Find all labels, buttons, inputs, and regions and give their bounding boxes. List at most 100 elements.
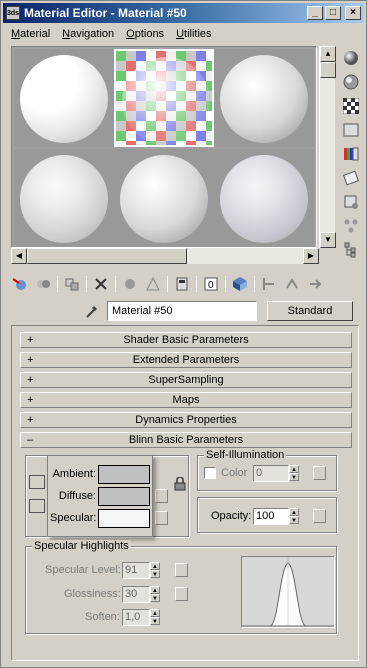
sample-slot-6[interactable]	[214, 149, 314, 247]
glossiness-value[interactable]: 30	[122, 586, 150, 603]
scroll-right-button[interactable]: ▶	[303, 248, 319, 264]
menu-utilities[interactable]: Utilities	[176, 28, 211, 40]
self-illumination-spinner[interactable]: 0 ▲ ▼	[253, 465, 299, 482]
rollout-shader-basic-parameters[interactable]: + Shader Basic Parameters	[20, 332, 352, 348]
ambient-color-swatch[interactable]	[98, 464, 150, 484]
soften-label: Soften:	[85, 611, 120, 623]
spinner-up[interactable]: ▲	[289, 508, 299, 516]
title-bar[interactable]: 3ds Material Editor - Material #50 _ □ ×	[3, 3, 364, 23]
spinner-up[interactable]: ▲	[150, 609, 160, 617]
put-to-library-icon[interactable]	[173, 275, 191, 293]
checker-cell	[116, 141, 126, 145]
vertical-scrollbar[interactable]: ▲ ▼	[319, 46, 336, 248]
glossiness-spinner[interactable]: 30 ▲ ▼	[122, 586, 160, 603]
app-icon[interactable]: 3ds	[6, 6, 20, 20]
maximize-button[interactable]: □	[325, 6, 341, 20]
opacity-map-button[interactable]	[313, 509, 326, 523]
spinner-down[interactable]: ▼	[150, 617, 160, 625]
reset-map-icon[interactable]	[92, 275, 110, 293]
show-end-result-icon[interactable]	[260, 275, 278, 293]
toolbar-separator	[254, 276, 255, 292]
soften-spinner[interactable]: 1,0 ▲ ▼	[122, 609, 160, 626]
specular-level-spinner[interactable]: 91 ▲ ▼	[122, 562, 160, 579]
rollout-supersampling[interactable]: + SuperSampling	[20, 372, 352, 388]
backlight-icon[interactable]	[341, 72, 361, 92]
lock-ambient-diffuse-toggle[interactable]	[29, 475, 45, 489]
spinner-down[interactable]: ▼	[289, 516, 299, 524]
rollout-dynamics-properties[interactable]: + Dynamics Properties	[20, 412, 352, 428]
menu-options[interactable]: Options	[126, 28, 164, 40]
specular-color-swatch[interactable]	[98, 508, 150, 528]
rollout-title: Extended Parameters	[132, 354, 240, 366]
scroll-thumb[interactable]	[320, 62, 336, 78]
spinner-up[interactable]: ▲	[150, 562, 160, 570]
diffuse-color-swatch[interactable]	[98, 486, 150, 506]
show-map-in-viewport-icon[interactable]	[231, 275, 249, 293]
get-material-icon[interactable]	[11, 275, 29, 293]
sample-type-icon[interactable]	[341, 48, 361, 68]
sample-slot-4[interactable]	[14, 149, 114, 247]
spinner-up[interactable]: ▲	[289, 465, 299, 473]
soften-value[interactable]: 1,0	[122, 609, 150, 626]
options-icon[interactable]	[341, 192, 361, 212]
minimize-button[interactable]: _	[307, 6, 323, 20]
background-checker-icon[interactable]	[341, 96, 361, 116]
horizontal-scrollbar[interactable]: ◀ ▶	[11, 248, 319, 264]
scroll-thumb[interactable]	[27, 248, 187, 264]
menu-navigation[interactable]: Navigation	[62, 28, 114, 40]
self-illumination-color-checkbox[interactable]	[204, 467, 216, 479]
specular-level-value[interactable]: 91	[122, 562, 150, 579]
material-map-navigator-icon[interactable]	[341, 240, 361, 260]
assign-material-to-selection-icon[interactable]	[63, 275, 81, 293]
material-name-row: Material #50 Standard	[83, 301, 353, 321]
pick-material-from-object-icon[interactable]	[83, 302, 101, 320]
spinner-down[interactable]: ▼	[289, 473, 299, 481]
diffuse-label: Diffuse:	[58, 490, 96, 502]
rollout-blinn-basic-parameters[interactable]: – Blinn Basic Parameters	[20, 432, 352, 448]
checker-cell	[206, 141, 212, 145]
go-to-parent-icon[interactable]	[283, 275, 301, 293]
specular-map-button[interactable]	[155, 511, 168, 525]
go-forward-to-sibling-icon[interactable]	[306, 275, 324, 293]
glossiness-map-button[interactable]	[175, 587, 188, 601]
rollout-maps[interactable]: + Maps	[20, 392, 352, 408]
make-preview-icon[interactable]	[341, 168, 361, 188]
toolbar-separator	[225, 276, 226, 292]
sample-slot-1[interactable]	[14, 49, 114, 147]
make-unique-icon[interactable]	[144, 275, 162, 293]
self-illumination-value[interactable]: 0	[253, 465, 289, 482]
scroll-left-button[interactable]: ◀	[11, 248, 27, 264]
video-color-check-icon[interactable]	[341, 144, 361, 164]
opacity-value[interactable]: 100	[253, 508, 289, 525]
rollout-extended-parameters[interactable]: + Extended Parameters	[20, 352, 352, 368]
menu-material[interactable]: Material	[11, 28, 50, 40]
spinner-up[interactable]: ▲	[150, 586, 160, 594]
lock-icon[interactable]	[173, 476, 187, 491]
diffuse-map-button[interactable]	[155, 489, 168, 503]
lock-diffuse-specular-toggle[interactable]	[29, 499, 45, 513]
self-illumination-map-button[interactable]	[313, 466, 326, 480]
menu-bar: Material Navigation Options Utilities	[5, 25, 212, 43]
svg-text:0: 0	[208, 280, 214, 291]
glossiness-label: Glossiness:	[64, 588, 121, 600]
material-type-button[interactable]: Standard	[267, 301, 353, 321]
rollout-sign: +	[27, 414, 34, 426]
put-material-to-scene-icon[interactable]	[34, 275, 52, 293]
spinner-down[interactable]: ▼	[150, 570, 160, 578]
rollout-title: Maps	[172, 394, 200, 406]
uv-tiling-icon[interactable]	[341, 120, 361, 140]
scroll-down-button[interactable]: ▼	[320, 232, 336, 248]
material-effects-channel-icon[interactable]: 0	[202, 275, 220, 293]
make-material-copy-icon[interactable]	[121, 275, 139, 293]
sample-slot-5[interactable]	[114, 149, 214, 247]
specular-level-map-button[interactable]	[175, 563, 188, 577]
sample-slot-2-active[interactable]	[114, 49, 214, 147]
close-button[interactable]: ×	[345, 6, 361, 20]
scroll-up-button[interactable]: ▲	[320, 46, 336, 62]
opacity-spinner[interactable]: 100 ▲ ▼	[253, 508, 299, 525]
material-name-field[interactable]: Material #50	[107, 301, 257, 321]
sample-sphere	[120, 155, 208, 243]
spinner-down[interactable]: ▼	[150, 594, 160, 602]
select-by-material-icon[interactable]	[341, 216, 361, 236]
sample-slot-3[interactable]	[214, 49, 314, 147]
